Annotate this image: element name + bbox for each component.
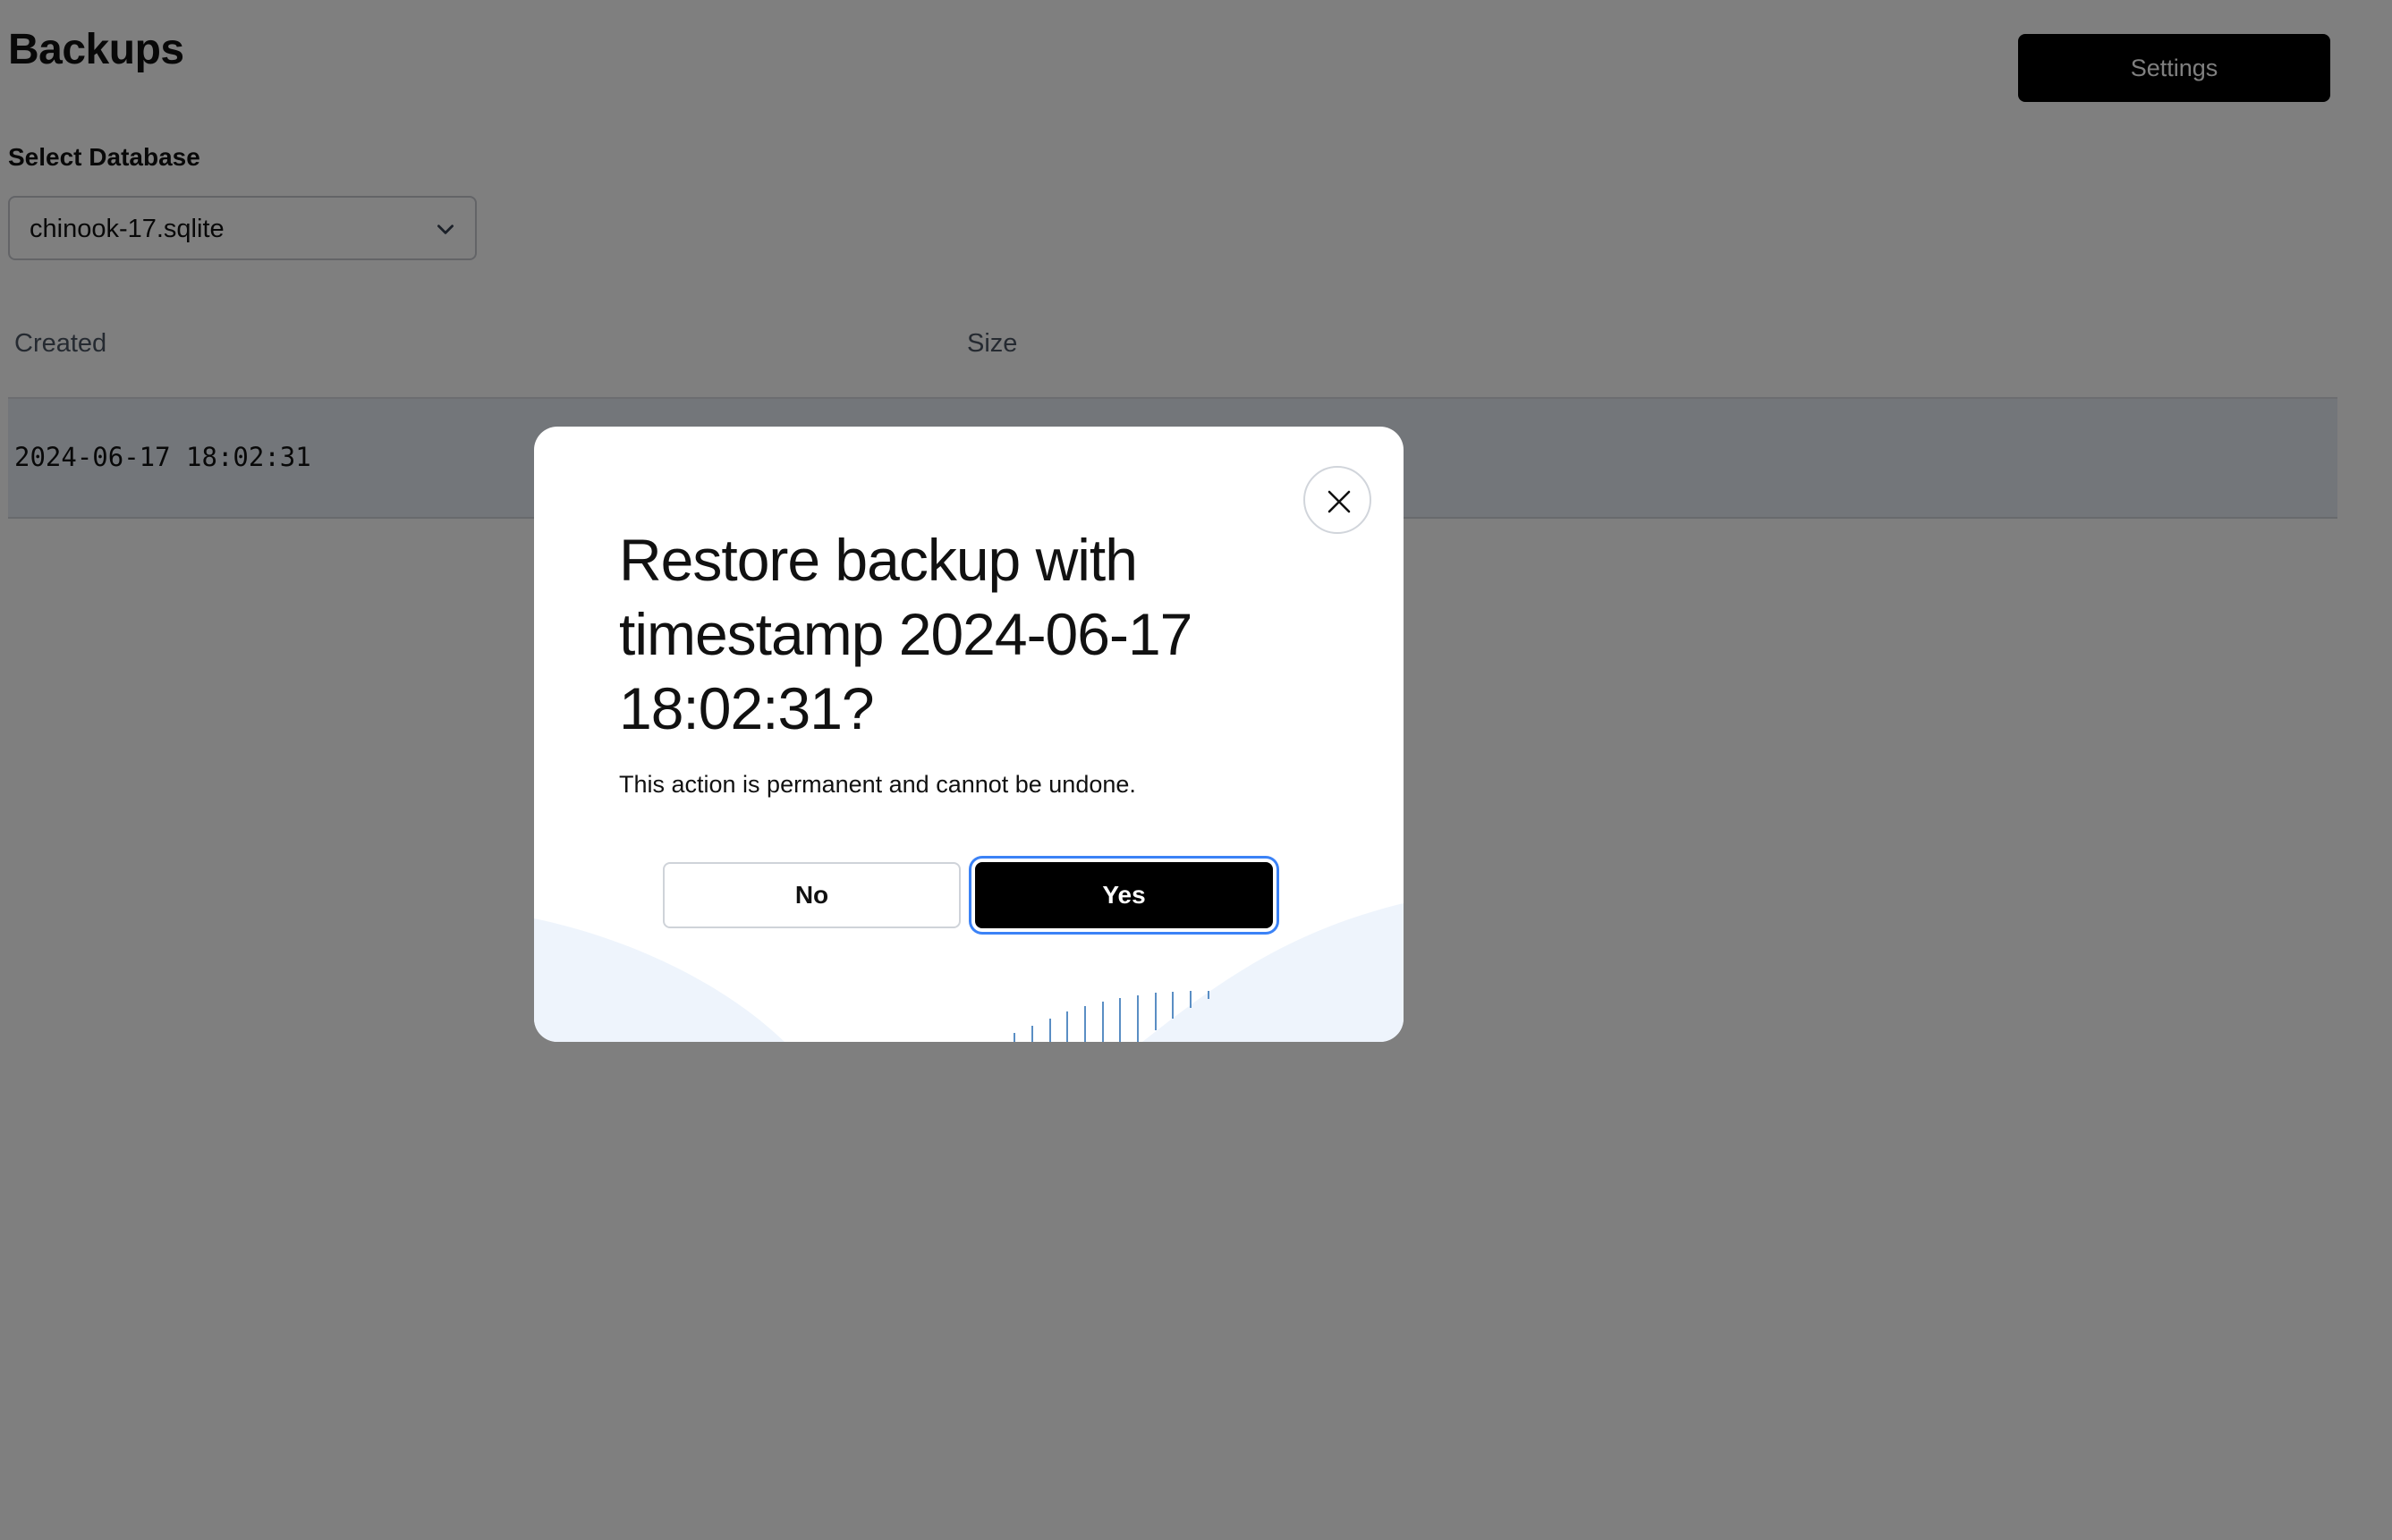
yes-button[interactable]: Yes: [975, 862, 1273, 928]
dialog-description: This action is permanent and cannot be u…: [619, 771, 1136, 798]
close-icon: [1327, 490, 1351, 513]
close-button[interactable]: [1303, 466, 1371, 534]
dialog-title: Restore backup with timestamp 2024-06-17…: [619, 527, 1192, 741]
restore-confirm-dialog: Restore backup with timestamp 2024-06-17…: [534, 427, 1404, 1042]
no-button[interactable]: No: [663, 862, 961, 928]
